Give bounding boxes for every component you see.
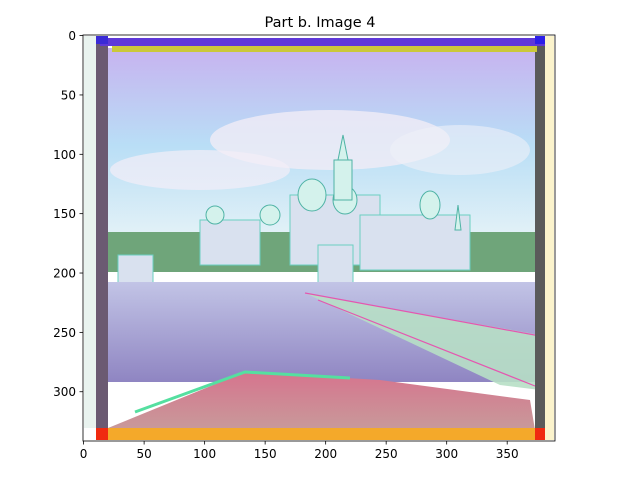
x-tick-label: 250 (375, 447, 398, 461)
x-tick-label: 0 (80, 447, 88, 461)
plot-image (83, 35, 555, 441)
x-tick-label: 100 (193, 447, 216, 461)
x-tick-label: 50 (136, 447, 151, 461)
y-tick-label: 250 (53, 326, 76, 340)
y-tick-label: 200 (53, 267, 76, 281)
x-tick-label: 200 (314, 447, 337, 461)
y-tick-label: 50 (61, 88, 76, 102)
chart-title: Part b. Image 4 (265, 15, 376, 31)
y-axis: 0 50 100 150 200 250 300 (53, 29, 83, 399)
y-tick-label: 0 (68, 29, 76, 43)
x-tick-label: 300 (435, 447, 458, 461)
x-axis: 0 50 100 150 200 250 300 350 (80, 441, 519, 461)
x-tick-label: 350 (496, 447, 519, 461)
y-tick-label: 150 (53, 207, 76, 221)
y-tick-label: 300 (53, 385, 76, 399)
y-tick-label: 100 (53, 148, 76, 162)
figure: Part b. Image 4 0 50 100 150 200 250 300… (53, 15, 556, 461)
x-tick-label: 150 (254, 447, 277, 461)
